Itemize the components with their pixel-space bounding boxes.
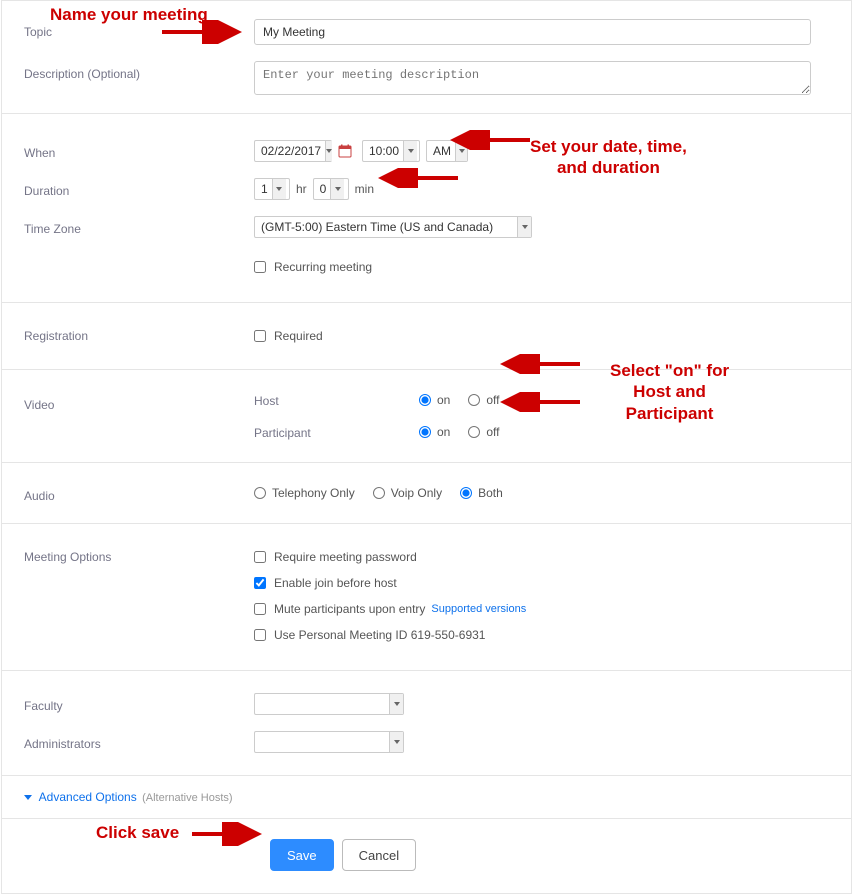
audio-telephony-radio[interactable] xyxy=(254,487,266,499)
chevron-down-icon[interactable] xyxy=(517,217,531,237)
voip-label: Voip Only xyxy=(391,486,442,500)
advanced-options-link[interactable]: Advanced Options xyxy=(39,790,137,804)
both-label: Both xyxy=(478,486,503,500)
password-checkbox[interactable] xyxy=(254,551,266,563)
recurring-checkbox[interactable] xyxy=(254,261,266,273)
cancel-button[interactable]: Cancel xyxy=(342,839,416,871)
when-label: When xyxy=(2,140,254,162)
off-label: off xyxy=(486,393,499,407)
date-value: 02/22/2017 xyxy=(261,144,321,158)
ampm-select[interactable]: AM xyxy=(426,140,468,162)
description-textarea[interactable] xyxy=(254,61,811,95)
time-value: 10:00 xyxy=(369,144,399,158)
ampm-value: AM xyxy=(433,144,451,158)
date-input[interactable]: 02/22/2017 xyxy=(254,140,332,162)
hours-value: 1 xyxy=(261,182,268,196)
audio-both-radio[interactable] xyxy=(460,487,472,499)
administrators-select[interactable] xyxy=(254,731,404,753)
save-button[interactable]: Save xyxy=(270,839,334,871)
video-host-label: Host xyxy=(254,392,419,408)
join-before-label: Enable join before host xyxy=(274,576,397,590)
time-select[interactable]: 10:00 xyxy=(362,140,420,162)
mute-label: Mute participants upon entry xyxy=(274,602,425,616)
administrators-label: Administrators xyxy=(2,731,254,753)
registration-required-checkbox[interactable] xyxy=(254,330,266,342)
duration-min-select[interactable]: 0 xyxy=(313,178,349,200)
audio-voip-radio[interactable] xyxy=(373,487,385,499)
min-value: 0 xyxy=(320,182,327,196)
hours-unit: hr xyxy=(296,182,307,196)
chevron-down-icon[interactable] xyxy=(389,732,403,752)
chevron-down-icon[interactable] xyxy=(325,141,332,161)
host-video-off-radio[interactable] xyxy=(468,394,480,406)
timezone-select[interactable]: (GMT-5:00) Eastern Time (US and Canada) xyxy=(254,216,532,238)
recurring-label: Recurring meeting xyxy=(274,260,372,274)
registration-required-label: Required xyxy=(274,329,323,343)
description-label: Description (Optional) xyxy=(2,61,254,95)
meeting-options-label: Meeting Options xyxy=(2,544,254,648)
video-label: Video xyxy=(2,392,254,440)
chevron-down-icon[interactable] xyxy=(455,141,467,161)
timezone-label: Time Zone xyxy=(2,216,254,238)
video-participant-label: Participant xyxy=(254,424,419,440)
on-label: on xyxy=(437,425,450,439)
password-label: Require meeting password xyxy=(274,550,417,564)
audio-label: Audio xyxy=(2,483,254,503)
chevron-down-icon xyxy=(24,795,32,800)
pmi-checkbox[interactable] xyxy=(254,629,266,641)
supported-versions-link[interactable]: Supported versions xyxy=(431,603,526,615)
chevron-down-icon[interactable] xyxy=(330,179,344,199)
mute-participants-checkbox[interactable] xyxy=(254,603,266,615)
min-unit: min xyxy=(355,182,374,196)
chevron-down-icon[interactable] xyxy=(403,141,417,161)
pmi-label: Use Personal Meeting ID 619-550-6931 xyxy=(274,628,485,642)
participant-video-off-radio[interactable] xyxy=(468,426,480,438)
timezone-value: (GMT-5:00) Eastern Time (US and Canada) xyxy=(261,220,517,234)
host-video-on-radio[interactable] xyxy=(419,394,431,406)
faculty-select[interactable] xyxy=(254,693,404,715)
topic-label: Topic xyxy=(2,19,254,45)
participant-video-on-radio[interactable] xyxy=(419,426,431,438)
telephony-label: Telephony Only xyxy=(272,486,355,500)
topic-input[interactable] xyxy=(254,19,811,45)
chevron-down-icon[interactable] xyxy=(272,179,286,199)
on-label: on xyxy=(437,393,450,407)
join-before-host-checkbox[interactable] xyxy=(254,577,266,589)
registration-label: Registration xyxy=(2,323,254,349)
chevron-down-icon[interactable] xyxy=(389,694,403,714)
duration-hours-select[interactable]: 1 xyxy=(254,178,290,200)
duration-label: Duration xyxy=(2,178,254,200)
off-label: off xyxy=(486,425,499,439)
advanced-options-note: (Alternative Hosts) xyxy=(142,792,232,804)
calendar-icon[interactable] xyxy=(338,144,352,158)
faculty-label: Faculty xyxy=(2,693,254,715)
